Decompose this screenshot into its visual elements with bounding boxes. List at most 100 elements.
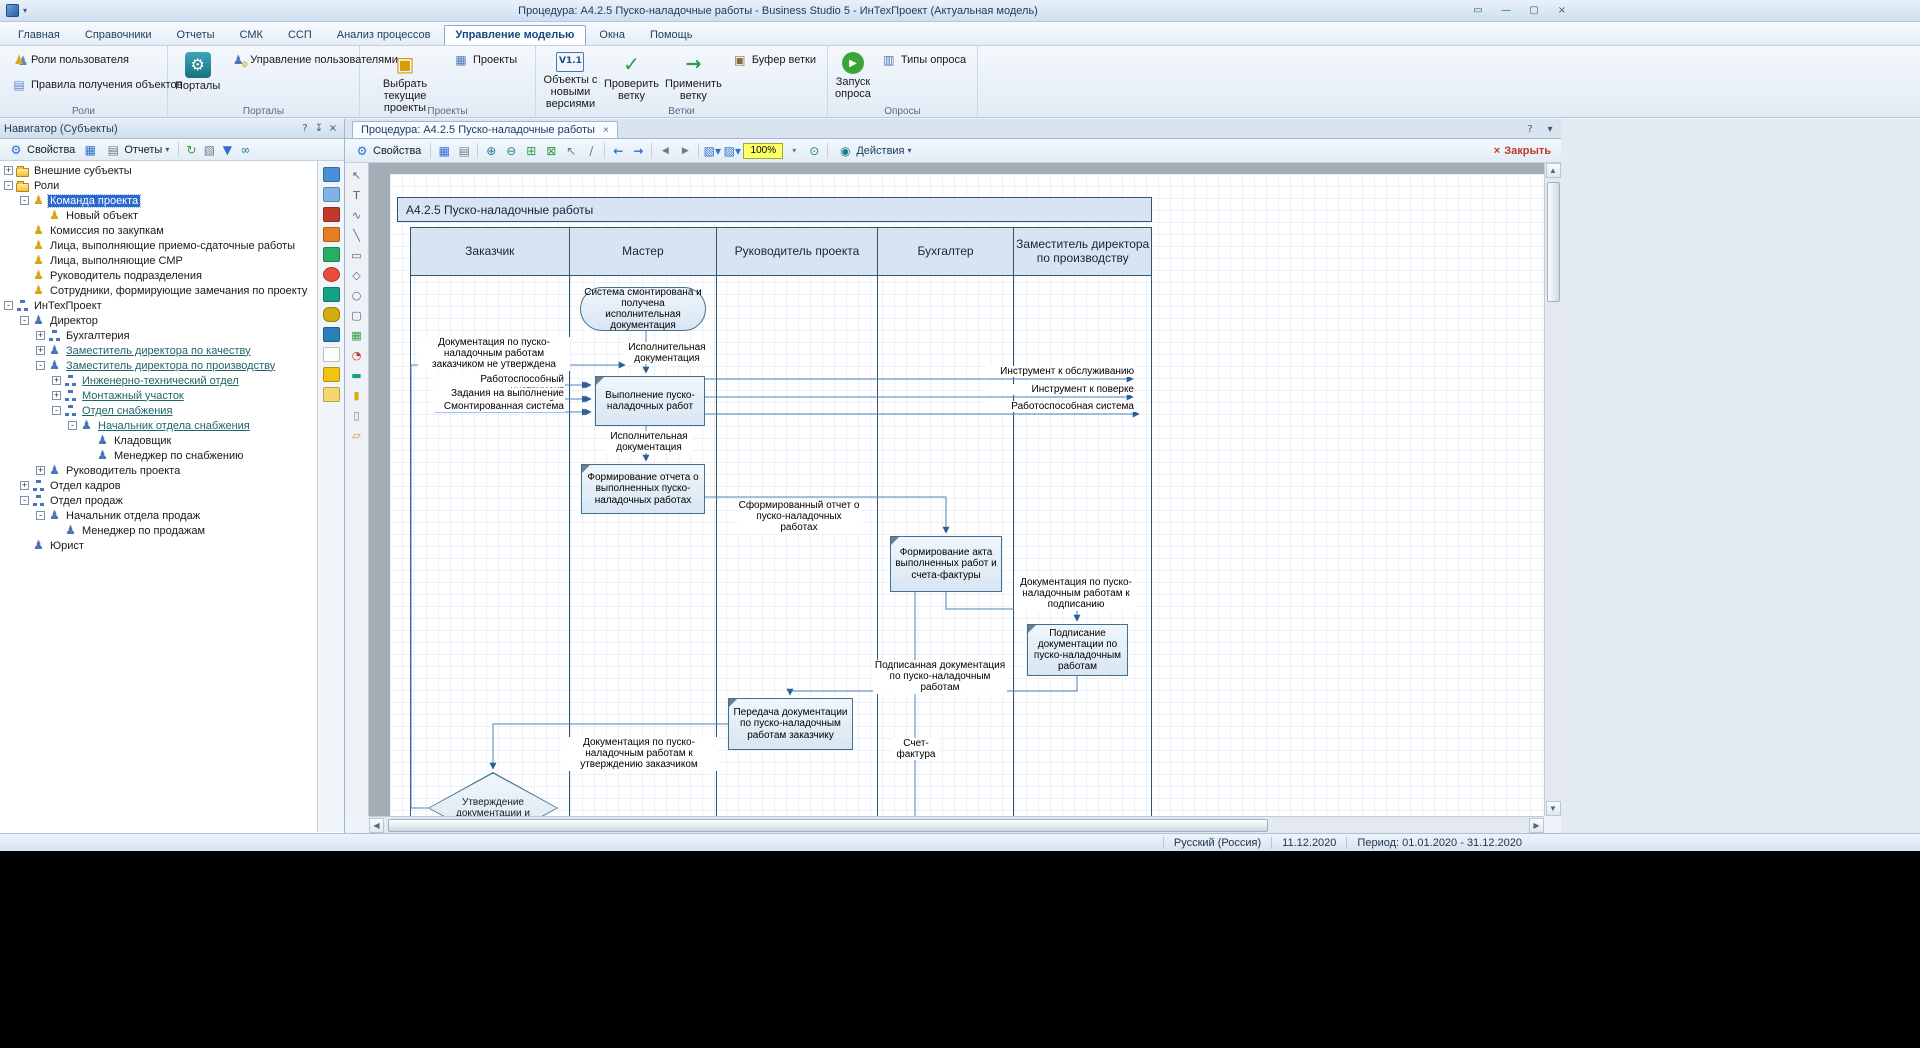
scroll-down-icon[interactable]: ▼ <box>1546 801 1561 816</box>
expander-icon[interactable] <box>20 196 29 205</box>
close-tab-icon[interactable]: × <box>603 125 609 136</box>
action-node-act[interactable]: Формирование акта выполненных работ и сч… <box>890 536 1002 592</box>
document-icon[interactable] <box>323 347 340 362</box>
gear-icon[interactable] <box>323 227 340 242</box>
refresh-icon[interactable]: ↻ <box>183 142 199 158</box>
edge-label[interactable]: Документация по пуско-наладочным работам… <box>1014 577 1138 611</box>
folder-icon[interactable] <box>323 387 340 402</box>
close-document-button[interactable]: × Закрыть <box>1494 145 1551 157</box>
tree-item-selected[interactable]: ♟Команда проекта <box>0 193 317 208</box>
tree-item[interactable]: Бухгалтерия <box>0 328 317 343</box>
timer-tool-icon[interactable]: ◔ <box>348 347 366 364</box>
tab-upravlenie-modelyu[interactable]: Управление моделью <box>444 25 587 45</box>
tab-glavnaya[interactable]: Главная <box>6 25 72 45</box>
edge-label[interactable]: Смонтированная система <box>433 401 565 412</box>
expander-icon[interactable] <box>36 466 45 475</box>
connector-tool-icon[interactable]: ∿ <box>348 207 366 224</box>
zoom-actual-icon[interactable]: ⊙ <box>805 142 823 160</box>
tree-item[interactable]: ♟Директор <box>0 313 317 328</box>
scroll-right-icon[interactable]: ▶ <box>1529 818 1544 833</box>
link-icon[interactable]: ∞ <box>237 142 253 158</box>
expander-icon[interactable] <box>36 346 45 355</box>
prev-page-icon[interactable]: ◀ <box>656 142 674 160</box>
nav-back-icon[interactable]: ← <box>609 142 627 160</box>
tree-item[interactable]: Внешние субъекты <box>0 163 317 178</box>
tree-item[interactable]: Монтажный участок <box>0 388 317 403</box>
ellipse-tool-icon[interactable]: ○ <box>348 287 366 304</box>
zoom-input[interactable] <box>743 143 783 159</box>
pencil-icon[interactable]: ∕ <box>582 142 600 160</box>
folder-tool-icon[interactable]: ▱ <box>348 427 366 444</box>
tree-item[interactable]: Отдел снабжения <box>0 403 317 418</box>
scroll-up-icon[interactable]: ▲ <box>1546 163 1561 178</box>
tab-okna[interactable]: Окна <box>587 25 637 45</box>
tree-item[interactable]: ♟Лица, выполняющие приемо-сдаточные рабо… <box>0 238 317 253</box>
tab-ssp[interactable]: ССП <box>276 25 324 45</box>
status-period[interactable]: Период: 01.01.2020 - 31.12.2020 <box>1346 837 1532 849</box>
expander-icon[interactable] <box>52 376 61 385</box>
line-tool-icon[interactable]: ╲ <box>348 227 366 244</box>
layout-grid-icon[interactable]: ▨▾ <box>723 142 741 160</box>
clock-icon[interactable] <box>323 267 340 282</box>
database-icon[interactable] <box>323 307 340 322</box>
pointer-icon[interactable]: ↖ <box>562 142 580 160</box>
zoom-in-icon[interactable]: ⊕ <box>482 142 500 160</box>
expander-icon[interactable] <box>4 301 13 310</box>
event-tool-icon[interactable]: ▬ <box>348 367 366 384</box>
tree-item[interactable]: Отдел кадров <box>0 478 317 493</box>
edge-label[interactable]: Подписанная документация по пуско-наладо… <box>873 660 1007 694</box>
edge-label[interactable]: Исполнительная документация <box>624 342 710 364</box>
minimize-button[interactable]: — <box>1496 2 1516 18</box>
chart-icon[interactable] <box>323 287 340 302</box>
layout-tree-icon[interactable]: ▧▾ <box>703 142 721 160</box>
zoom-region-icon[interactable]: ⊠ <box>542 142 560 160</box>
expander-icon[interactable] <box>36 331 45 340</box>
branch-buffer-button[interactable]: ▣ Буфер ветки <box>727 49 821 71</box>
tab-spravochniki[interactable]: Справочники <box>73 25 164 45</box>
notebook-icon[interactable] <box>323 247 340 262</box>
start-survey-button[interactable]: ▶ Запуск опроса <box>834 49 872 105</box>
lane-header-zakazchik[interactable]: Заказчик <box>411 228 569 275</box>
tree-item[interactable]: ИнТехПроект <box>0 298 317 313</box>
tree-item[interactable]: Роли <box>0 178 317 193</box>
portals-button[interactable]: ⚙ Порталы <box>174 49 221 105</box>
status-language[interactable]: Русский (Россия) <box>1163 837 1271 849</box>
edge-label[interactable]: Сформированный отчет о пуско-наладочных … <box>737 500 861 534</box>
chevron-down-icon[interactable]: ▾ <box>1543 122 1557 136</box>
process-tool-icon[interactable]: ▦ <box>348 327 366 344</box>
select-tool-icon[interactable]: ↖ <box>348 167 366 184</box>
tab-analiz-processov[interactable]: Анализ процессов <box>325 25 443 45</box>
note-icon[interactable] <box>323 367 340 382</box>
start-event-node[interactable]: Система смонтирована и получена исполнит… <box>580 287 706 331</box>
tab-otchety[interactable]: Отчеты <box>165 25 227 45</box>
expander-icon[interactable] <box>68 421 77 430</box>
tree-item[interactable]: ♟Начальник отдела продаж <box>0 508 317 523</box>
close-window-button[interactable]: × <box>1552 2 1572 18</box>
lane-header-master[interactable]: Мастер <box>569 228 717 275</box>
survey-types-button[interactable]: ▥ Типы опроса <box>876 49 971 71</box>
diagram-title-band[interactable]: А4.2.5 Пуско-наладочные работы <box>397 197 1152 222</box>
tree-item[interactable]: ♟Лица, выполняющие СМР <box>0 253 317 268</box>
nav-forward-icon[interactable]: → <box>629 142 647 160</box>
tree-item[interactable]: ♟Руководитель проекта <box>0 463 317 478</box>
expander-icon[interactable] <box>20 481 29 490</box>
tree-item[interactable]: ♟Кладовщик <box>0 433 317 448</box>
tab-pomosch[interactable]: Помощь <box>638 25 705 45</box>
action-node-transfer[interactable]: Передача документации по пуско-наладочны… <box>728 698 853 750</box>
tree-item[interactable]: ♟Юрист <box>0 538 317 553</box>
expander-icon[interactable] <box>20 316 29 325</box>
export-icon[interactable]: ▤ <box>455 142 473 160</box>
diamond-tool-icon[interactable]: ◇ <box>348 267 366 284</box>
database-tool-icon[interactable]: ▮ <box>348 387 366 404</box>
maximize-button[interactable]: ▢ <box>1524 2 1544 18</box>
rect-tool-icon[interactable]: ▭ <box>348 247 366 264</box>
diagram-canvas[interactable]: А4.2.5 Пуско-наладочные работы Заказчик … <box>369 163 1544 816</box>
screen-icon[interactable]: ▭ <box>1468 2 1488 18</box>
expander-icon[interactable] <box>36 511 45 520</box>
edge-label[interactable]: Инструмент к обслуживанию <box>985 366 1135 377</box>
zoom-dropdown-icon[interactable]: ▾ <box>785 142 803 160</box>
vertical-scrollbar[interactable]: ▲ ▼ <box>1544 163 1561 816</box>
zoom-out-icon[interactable]: ⊖ <box>502 142 520 160</box>
lane-column[interactable] <box>1013 276 1151 816</box>
tree-item[interactable]: ♟Начальник отдела снабжения <box>0 418 317 433</box>
